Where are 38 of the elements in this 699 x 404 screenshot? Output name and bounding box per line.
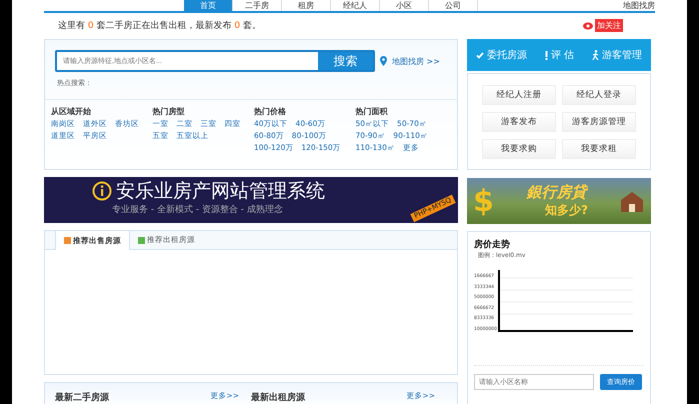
nav-tab[interactable]: 小区	[380, 0, 429, 11]
service-button[interactable]: 经纪人注册	[482, 84, 556, 104]
nav-tab[interactable]: 公司	[429, 0, 478, 11]
banner-subtitle: 专业服务 - 全新模式 - 资源整合 - 成熟理念	[112, 204, 283, 216]
ad-title: 銀行房貸	[526, 183, 586, 202]
location-pin-icon	[380, 56, 387, 66]
filter-heading: 热门房型	[152, 106, 186, 117]
map-search-link[interactable]: 地图找房	[623, 0, 655, 11]
exclamation-icon	[544, 50, 548, 60]
nav-tab[interactable]: 经纪人	[331, 0, 380, 11]
service-button[interactable]: 游客发布	[482, 112, 556, 132]
listing-count-text: 这里有 0 套二手房正在出售出租，最新发布 0 套。	[58, 20, 261, 32]
service-button[interactable]: 我要求购	[482, 138, 556, 158]
filter-heading: 热门价格	[254, 106, 287, 117]
nav-tab[interactable]: 租房	[282, 0, 331, 11]
section-title: 最新二手房源	[55, 391, 109, 404]
nav-tab[interactable]: 首页	[184, 0, 233, 11]
search-button[interactable]: 搜索	[318, 52, 373, 70]
filter-heading: 热门面积	[356, 106, 389, 117]
nav-tab[interactable]: 二手房	[233, 0, 282, 11]
info-circle-icon	[92, 181, 112, 201]
banner-title: 安乐业房产网站管理系统	[116, 179, 325, 203]
follow-button[interactable]: 加关注	[595, 18, 623, 32]
service-tab[interactable]: 评 估	[544, 48, 574, 62]
house-icon	[619, 190, 645, 212]
service-tab[interactable]: 委托房源	[476, 48, 527, 62]
service-button[interactable]: 经纪人登录	[562, 84, 636, 104]
ad-subtitle: 知多少?	[544, 202, 588, 219]
map-search-link[interactable]: 地图找房 >>	[392, 56, 440, 66]
section-title: 最新出租房源	[251, 391, 305, 404]
walking-person-icon	[592, 50, 600, 60]
dollar-sign: $	[473, 184, 494, 218]
checkmark-icon	[476, 52, 484, 58]
filter-heading: 从区域开始	[51, 106, 92, 117]
service-tab[interactable]: 游客管理	[592, 48, 642, 62]
service-button[interactable]: 我要求租	[562, 138, 636, 158]
panel-title: 房价走势	[474, 238, 511, 251]
service-button[interactable]: 游客房源管理	[562, 112, 636, 132]
